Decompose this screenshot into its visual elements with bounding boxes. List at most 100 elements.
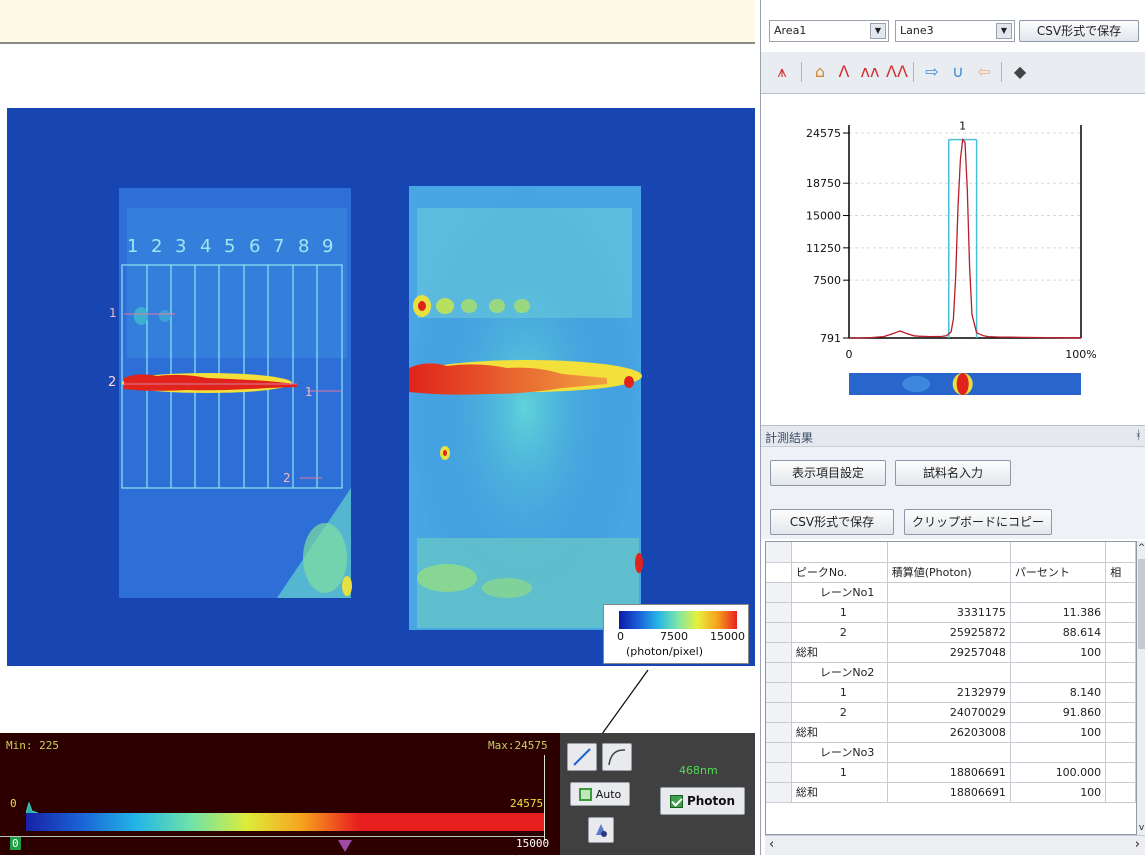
integrated-value: 29257048 (887, 642, 1011, 663)
copy-clipboard-button[interactable]: クリップボードにコピー (904, 509, 1052, 535)
histogram-max: Max:24575 (488, 739, 548, 752)
percent-value: 11.386 (1010, 602, 1107, 623)
table-row[interactable]: 2 24070029 91.860 (766, 702, 1136, 723)
peak-label: 2 (283, 471, 291, 485)
eraser-icon[interactable]: ◆ (1009, 61, 1031, 83)
histogram-panel[interactable]: Min: 225 Max:24575 0 24575 0 15000 (0, 733, 560, 855)
lane-number: 1 (127, 236, 139, 257)
relative-value (1105, 662, 1136, 683)
arrow-left-icon[interactable]: ⇦ (973, 61, 995, 83)
table-row[interactable]: 総和 29257048 100 (766, 642, 1136, 663)
results-table[interactable]: ピークNo. 積算値(Photon) パーセント 相 レーンNo1 1 333117… (765, 541, 1137, 835)
integrated-value (887, 582, 1011, 603)
percent-value (1010, 582, 1107, 603)
colorbar-legend: 0 7500 15000 (photon/pixel) (603, 604, 749, 664)
scroll-right-icon[interactable]: › (1135, 837, 1140, 852)
display-settings-button[interactable]: 表示項目設定 (770, 460, 886, 486)
relative-value (1105, 582, 1136, 603)
lane-strip-band (956, 373, 969, 395)
chevron-down-icon[interactable]: ▼ (996, 23, 1012, 39)
integrated-value: 3331175 (887, 602, 1011, 623)
colorbar-min: 0 (617, 630, 624, 643)
linear-curve-button[interactable] (567, 743, 597, 771)
column-header[interactable]: ピークNo. (791, 562, 888, 583)
area-select[interactable]: Area1 ▼ (769, 20, 889, 42)
export-icon[interactable]: ⇨ (921, 61, 943, 83)
peak-label: 1 (109, 306, 117, 320)
auto-label: Auto (595, 787, 622, 801)
table-row[interactable]: レーンNo1 (766, 582, 1136, 603)
integrated-value: 25925872 (887, 622, 1011, 643)
filter-panel: 468nm Photon (655, 733, 755, 855)
table-row[interactable]: 総和 18806691 100 (766, 782, 1136, 803)
column-header[interactable]: 積算値(Photon) (887, 562, 1011, 583)
gel-image-viewer[interactable]: 1 2 3 4 5 6 7 8 9 1 2 1 2 (7, 108, 755, 666)
row-header (766, 722, 792, 743)
integrated-value: 18806691 (887, 782, 1011, 803)
viewer-toolbar (0, 0, 755, 44)
scroll-up-icon[interactable]: ^ (1137, 543, 1145, 553)
row-label: 1 (791, 762, 888, 783)
integrated-value: 24070029 (887, 702, 1011, 723)
log-curve-button[interactable] (602, 743, 632, 771)
table-row[interactable]: レーンNo3 (766, 742, 1136, 763)
auto-button[interactable]: Auto (570, 782, 630, 806)
relative-value (1105, 702, 1136, 723)
percent-value: 8.140 (1010, 682, 1107, 703)
table-row[interactable]: 1 3331175 11.386 (766, 602, 1136, 623)
peak-merge-icon[interactable]: ΛΛ (886, 61, 908, 83)
lane-number: 8 (298, 236, 310, 257)
lane-select[interactable]: Lane3 ▼ (895, 20, 1015, 42)
range-high-slider[interactable] (338, 840, 352, 852)
table-row[interactable]: レーンNo2 (766, 662, 1136, 683)
percent-value (1010, 742, 1107, 763)
peak-number-label: 1 (959, 120, 966, 133)
row-header (766, 762, 792, 783)
percent-value: 100 (1010, 782, 1107, 803)
histogram-zero: 0 (10, 797, 17, 810)
undo-icon[interactable]: ∪ (947, 61, 969, 83)
linear-curve-icon (573, 748, 591, 766)
peak-split-icon[interactable]: ʌʌ (859, 61, 881, 83)
palette-button[interactable] (588, 817, 614, 843)
y-tick-label: 24575 (806, 127, 841, 140)
table-row[interactable]: 1 2132979 8.140 (766, 682, 1136, 703)
range-low-label: 0 (10, 837, 21, 850)
scroll-down-icon[interactable]: v (1137, 823, 1145, 833)
gel-heatmap (119, 186, 643, 630)
histogram-max-value: 24575 (510, 797, 544, 810)
horizontal-scrollbar[interactable]: ‹ › (765, 835, 1145, 855)
peak-detect-icon[interactable]: ⩚ (771, 61, 793, 83)
chevron-down-icon[interactable]: ▼ (870, 23, 886, 39)
percent-value: 91.860 (1010, 702, 1107, 723)
photon-toggle[interactable]: Photon (660, 787, 745, 815)
scroll-left-icon[interactable]: ‹ (769, 837, 774, 852)
table-row[interactable]: 1 18806691 100.000 (766, 762, 1136, 783)
lane-select-value: Lane3 (900, 24, 934, 37)
pin-icon[interactable]: ᚼ (1135, 428, 1142, 442)
baseline-icon[interactable]: ⌂ (809, 61, 831, 83)
lane-number: 2 (151, 236, 163, 257)
relative-value (1105, 602, 1136, 623)
table-row[interactable]: 総和 26203008 100 (766, 722, 1136, 743)
csv-save-button[interactable]: CSV形式で保存 (770, 509, 894, 535)
lane-profile-chart[interactable]: 24575 18750 15000 11250 7500 791 0 100% 1 (761, 95, 1145, 425)
column-header[interactable]: パーセント (1010, 562, 1107, 583)
peak-add-icon[interactable]: Λ (833, 61, 855, 83)
scroll-thumb[interactable] (1138, 559, 1145, 649)
sample-name-button[interactable]: 試料名入力 (895, 460, 1011, 486)
table-row[interactable]: 2 25925872 88.614 (766, 622, 1136, 643)
histogram-min: Min: 225 (6, 739, 59, 752)
relative-value (1105, 682, 1136, 703)
relative-value (1105, 782, 1136, 803)
row-label: 1 (791, 602, 888, 623)
column-header[interactable]: 相 (1105, 562, 1136, 583)
integrated-value: 18806691 (887, 762, 1011, 783)
relative-value (1105, 642, 1136, 663)
percent-value: 100 (1010, 642, 1107, 663)
vertical-scrollbar[interactable]: ^ v (1137, 541, 1145, 835)
results-actions: 表示項目設定 試料名入力 CSV形式で保存 クリップボードにコピー (761, 447, 1145, 539)
percent-value: 100.000 (1010, 762, 1107, 783)
percent-value: 88.614 (1010, 622, 1107, 643)
csv-save-top-button[interactable]: CSV形式で保存 (1019, 20, 1139, 42)
